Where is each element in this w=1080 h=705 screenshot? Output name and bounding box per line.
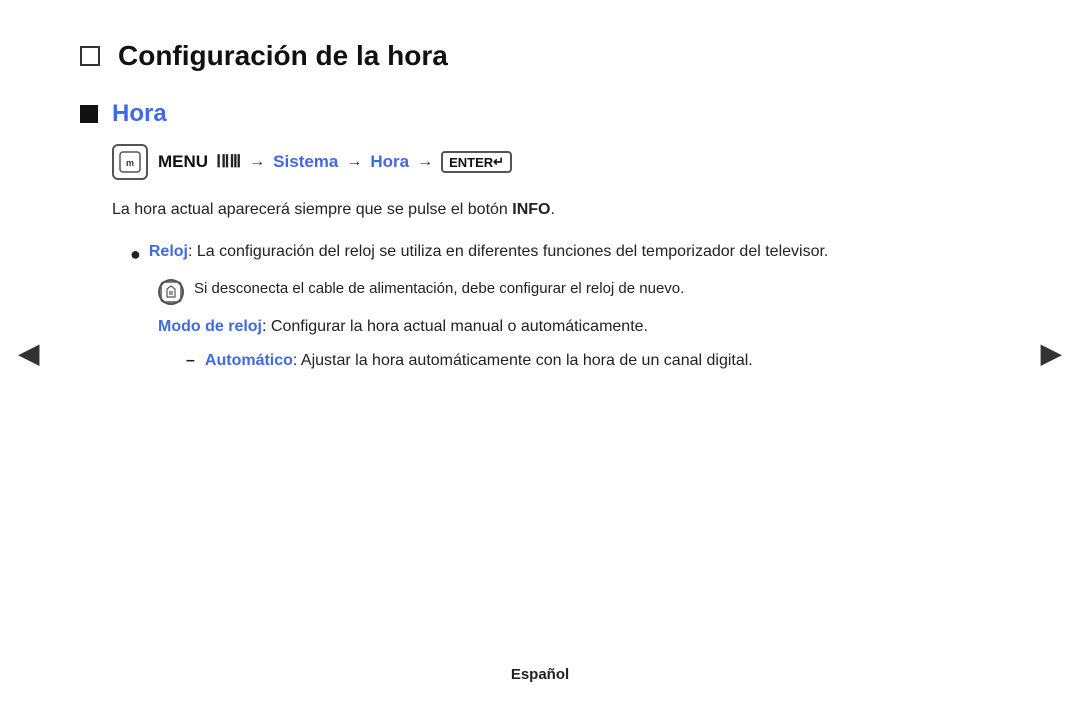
- modo-reloj-term: Modo de reloj: [158, 318, 262, 335]
- menu-path: m MENU ⅠⅡⅢ → Sistema → Hora → ENTER↵: [112, 144, 1000, 180]
- description-end: .: [550, 201, 554, 218]
- note-row: Si desconecta el cable de alimentación, …: [158, 278, 1000, 305]
- sistema-label: Sistema: [273, 152, 338, 172]
- menu-label: MENU: [158, 152, 208, 172]
- bullet-section: ● Reloj: La configuración del reloj se u…: [130, 240, 1000, 373]
- arrow3: →: [417, 153, 433, 171]
- main-title-section: Configuración de la hora: [80, 40, 1000, 72]
- enter-icon: ENTER↵: [441, 151, 512, 173]
- menu-icon: m: [112, 144, 148, 180]
- automatico-term: Automático: [205, 352, 293, 369]
- modo-reloj-text: : Configurar la hora actual manual o aut…: [262, 318, 648, 335]
- sub-bullet-automatico: – Automático: Ajustar la hora automática…: [186, 349, 1000, 373]
- arrow1: →: [249, 153, 265, 171]
- automatico-text: : Ajustar la hora automáticamente con la…: [293, 352, 753, 369]
- description-main: La hora actual aparecerá siempre que se …: [112, 201, 512, 218]
- main-title-text: Configuración de la hora: [118, 40, 448, 72]
- bullet-modo-reloj: Modo de reloj: Configurar la hora actual…: [158, 315, 1000, 339]
- footer-text: Español: [511, 666, 569, 683]
- modo-reloj-content: Modo de reloj: Configurar la hora actual…: [158, 315, 1000, 339]
- bullet-dot-1: ●: [130, 241, 141, 268]
- sub-dash: –: [186, 349, 195, 373]
- sub-bullet-section: – Automático: Ajustar la hora automática…: [158, 349, 1000, 373]
- nav-arrow-right[interactable]: ▶: [1040, 336, 1062, 369]
- checkbox-icon: [80, 46, 100, 66]
- note-icon: [158, 279, 184, 305]
- hora-label: Hora: [370, 152, 409, 172]
- bullet-reloj: ● Reloj: La configuración del reloj se u…: [130, 240, 1000, 268]
- menu-label-extra: ⅠⅡⅢ: [216, 152, 241, 172]
- arrow2: →: [346, 153, 362, 171]
- svg-text:m: m: [126, 158, 134, 168]
- page-container: ◀ ▶ Configuración de la hora Hora m MENU…: [0, 0, 1080, 705]
- bullet-reloj-content: Reloj: La configuración del reloj se uti…: [149, 240, 1000, 264]
- description-text: La hora actual aparecerá siempre que se …: [112, 198, 1000, 222]
- section-title-text: Hora: [112, 100, 167, 128]
- section-square-icon: [80, 105, 98, 123]
- note-text: Si desconecta el cable de alimentación, …: [194, 278, 684, 301]
- description-bold: INFO: [512, 201, 550, 218]
- section-header: Hora: [80, 100, 1000, 128]
- nav-arrow-left[interactable]: ◀: [18, 336, 40, 369]
- reloj-term: Reloj: [149, 243, 188, 260]
- automatico-content: Automático: Ajustar la hora automáticame…: [205, 349, 753, 373]
- reloj-text: : La configuración del reloj se utiliza …: [188, 243, 828, 260]
